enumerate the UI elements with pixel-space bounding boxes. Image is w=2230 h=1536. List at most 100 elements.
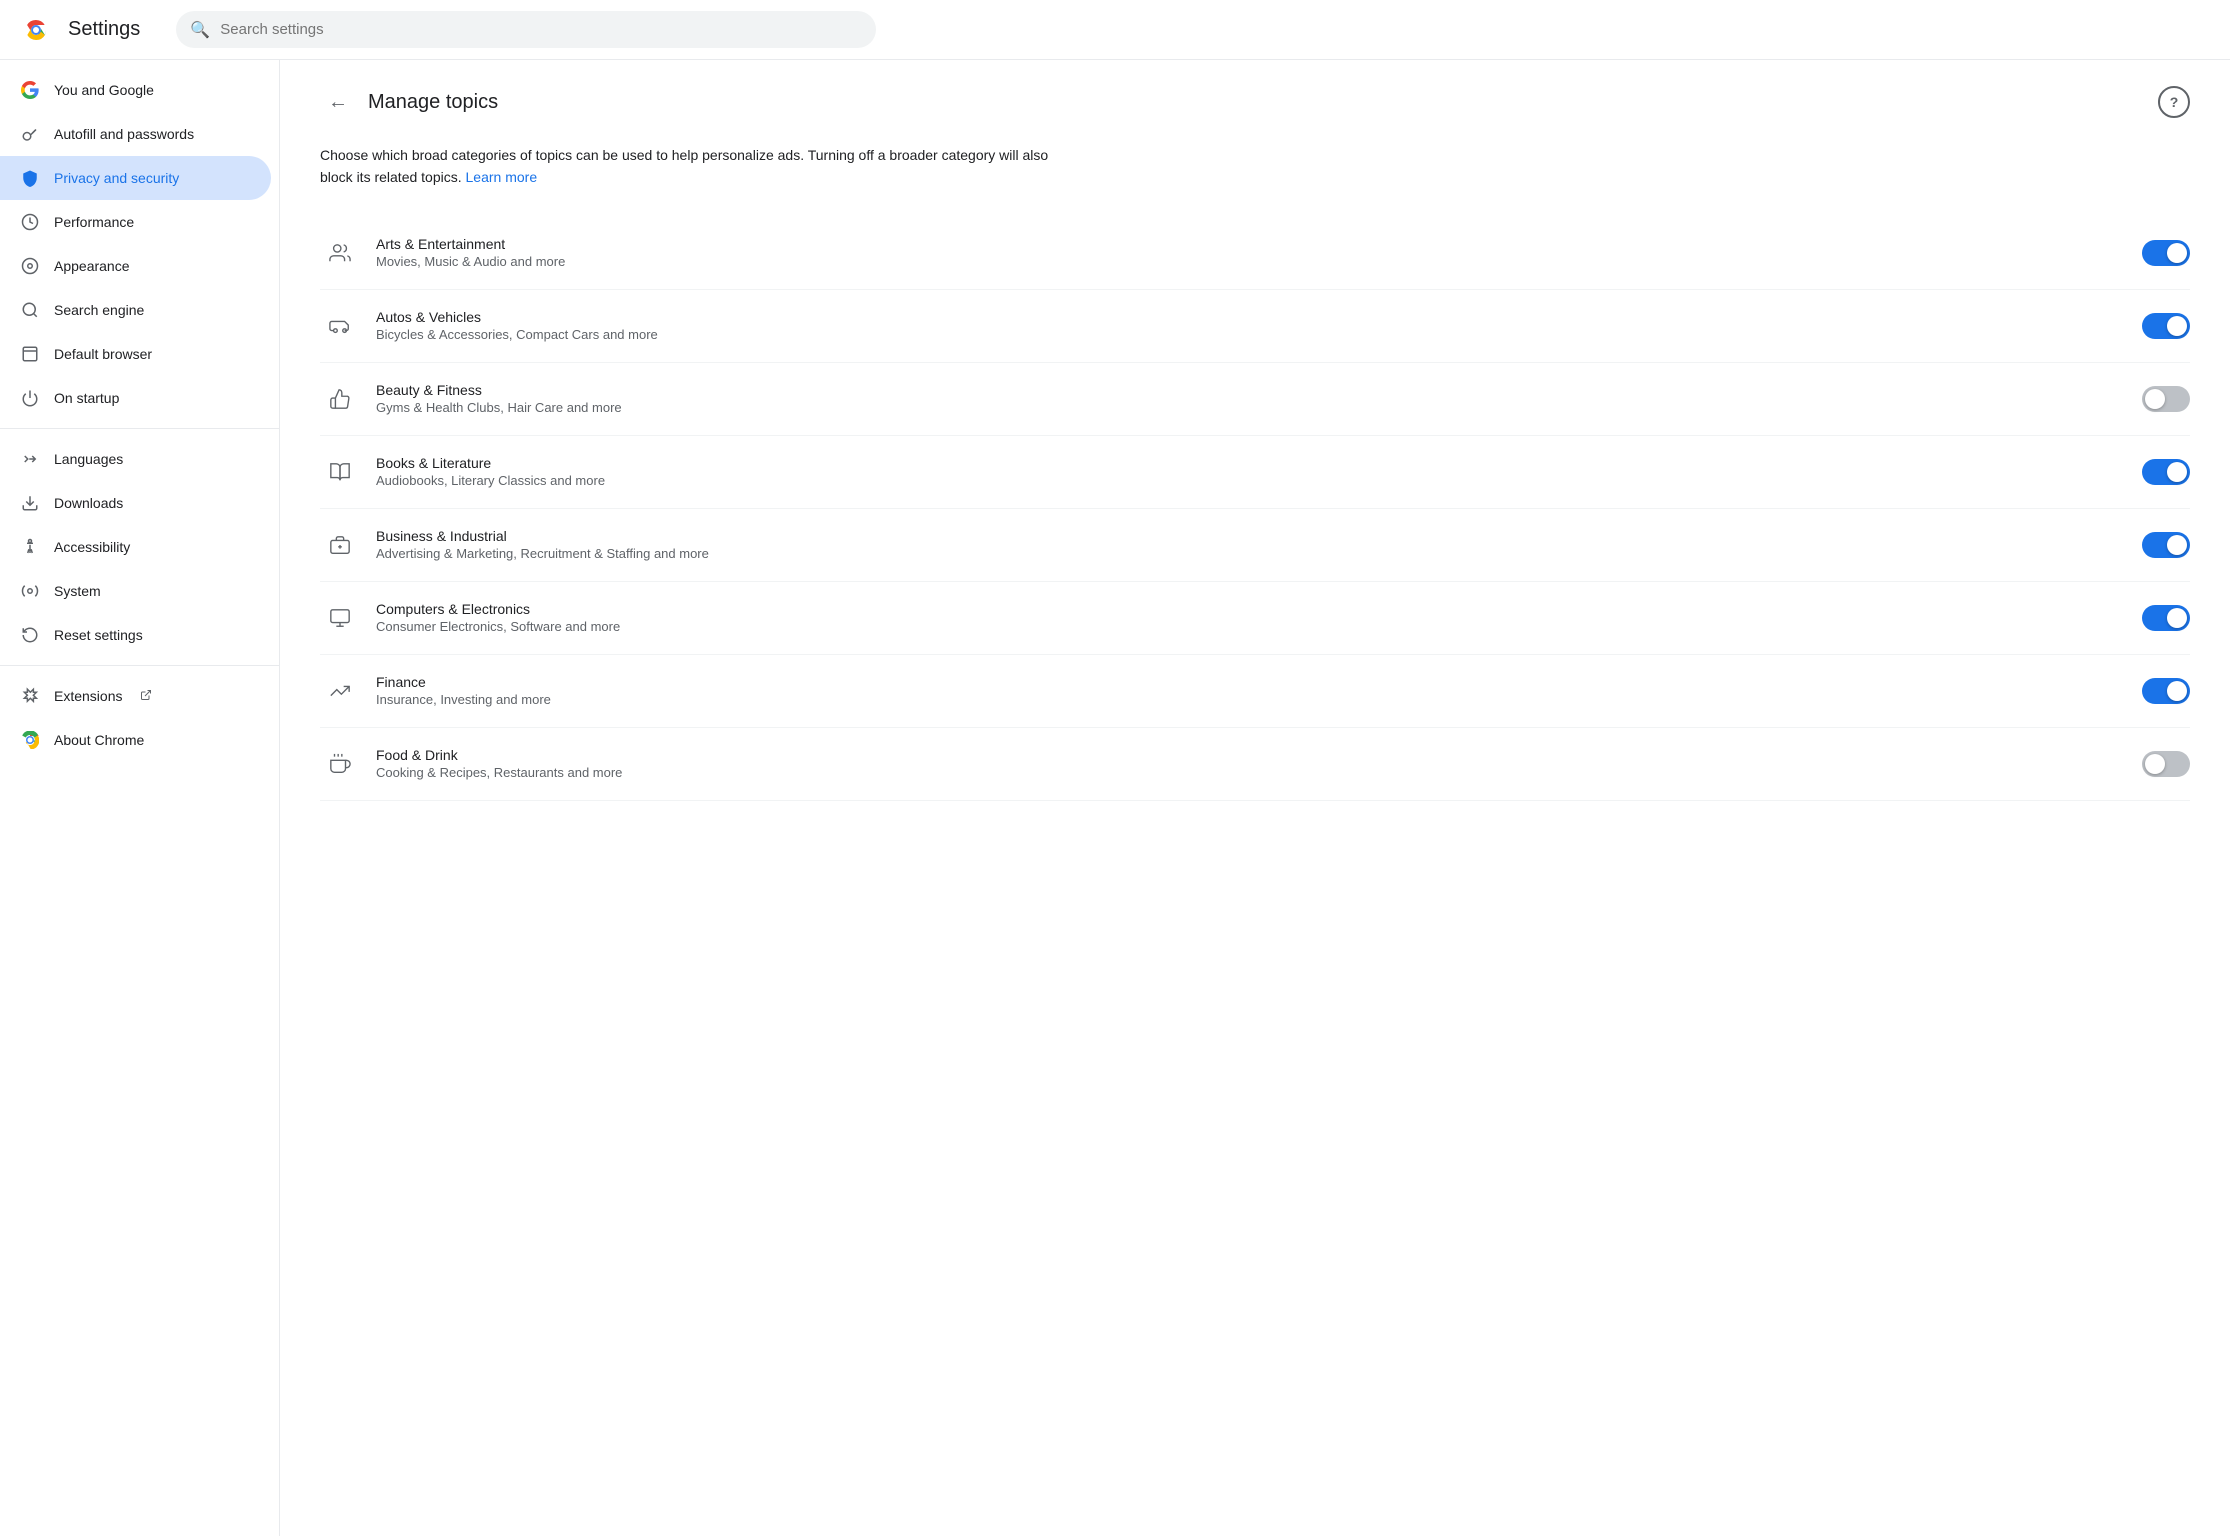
sidebar-item-about-chrome[interactable]: About Chrome [0,718,271,762]
sidebar-label-reset: Reset settings [54,627,143,643]
topic-text-books: Books & Literature Audiobooks, Literary … [376,455,2126,488]
topic-name-food: Food & Drink [376,747,2126,763]
topic-item-beauty: Beauty & Fitness Gyms & Health Clubs, Ha… [320,363,2190,436]
appearance-icon [20,256,40,276]
downloads-icon [20,493,40,513]
sidebar-label-privacy: Privacy and security [54,170,179,186]
topic-item-computers: Computers & Electronics Consumer Electro… [320,582,2190,655]
topic-sub-beauty: Gyms & Health Clubs, Hair Care and more [376,400,2126,415]
sidebar-item-downloads[interactable]: Downloads [0,481,271,525]
learn-more-link[interactable]: Learn more [466,169,538,185]
app-title: Settings [68,18,140,41]
description-text: Choose which broad categories of topics … [320,144,1080,189]
topic-name-autos: Autos & Vehicles [376,309,2126,325]
topic-name-arts: Arts & Entertainment [376,236,2126,252]
sidebar-label-autofill: Autofill and passwords [54,126,194,142]
toggle-food[interactable] [2142,751,2190,777]
toggle-books[interactable] [2142,459,2190,485]
toggle-business[interactable] [2142,532,2190,558]
chrome-icon [20,730,40,750]
sidebar-item-languages[interactable]: Languages [0,437,271,481]
sidebar-label-extensions: Extensions [54,688,122,704]
search-bar: 🔍 [176,11,876,48]
topic-text-beauty: Beauty & Fitness Gyms & Health Clubs, Ha… [376,382,2126,415]
toggle-autos[interactable] [2142,313,2190,339]
topic-item-arts: Arts & Entertainment Movies, Music & Aud… [320,217,2190,290]
sidebar-label-default-browser: Default browser [54,346,152,362]
back-button[interactable]: ← [320,84,356,120]
browser-icon [20,344,40,364]
topic-item-finance: Finance Insurance, Investing and more [320,655,2190,728]
topic-icon-food [320,744,360,784]
topic-text-arts: Arts & Entertainment Movies, Music & Aud… [376,236,2126,269]
sidebar-item-privacy[interactable]: Privacy and security [0,156,271,200]
sidebar-label-downloads: Downloads [54,495,123,511]
sidebar-item-you-and-google[interactable]: You and Google [0,68,271,112]
sidebar-label-appearance: Appearance [54,258,130,274]
sidebar-item-autofill[interactable]: Autofill and passwords [0,112,271,156]
performance-icon [20,212,40,232]
topic-icon-beauty [320,379,360,419]
sidebar-label-about-chrome: About Chrome [54,732,144,748]
topic-text-autos: Autos & Vehicles Bicycles & Accessories,… [376,309,2126,342]
sidebar-label-search-engine: Search engine [54,302,144,318]
sidebar: You and Google Autofill and passwords Pr… [0,60,280,1536]
sidebar-item-reset[interactable]: Reset settings [0,613,271,657]
sidebar-item-accessibility[interactable]: Accessibility [0,525,271,569]
topic-sub-food: Cooking & Recipes, Restaurants and more [376,765,2126,780]
topic-icon-business [320,525,360,565]
topic-icon-computers [320,598,360,638]
sidebar-item-extensions[interactable]: Extensions [0,674,271,718]
topic-item-food: Food & Drink Cooking & Recipes, Restaura… [320,728,2190,801]
extensions-icon [20,686,40,706]
topic-text-food: Food & Drink Cooking & Recipes, Restaura… [376,747,2126,780]
topic-name-beauty: Beauty & Fitness [376,382,2126,398]
key-icon [20,124,40,144]
sidebar-label-on-startup: On startup [54,390,119,406]
main-content: ← Manage topics ? Choose which broad cat… [280,60,2230,1536]
topic-item-books: Books & Literature Audiobooks, Literary … [320,436,2190,509]
topic-icon-finance [320,671,360,711]
toggle-beauty[interactable] [2142,386,2190,412]
topic-name-books: Books & Literature [376,455,2126,471]
help-button[interactable]: ? [2158,86,2190,118]
page-header-left: ← Manage topics [320,84,498,120]
sidebar-divider-2 [0,665,279,666]
toggle-arts[interactable] [2142,240,2190,266]
topic-text-finance: Finance Insurance, Investing and more [376,674,2126,707]
languages-icon [20,449,40,469]
sidebar-item-default-browser[interactable]: Default browser [0,332,271,376]
topics-list: Arts & Entertainment Movies, Music & Aud… [320,217,2190,801]
topic-icon-books [320,452,360,492]
sidebar-label-accessibility: Accessibility [54,539,130,555]
topic-name-computers: Computers & Electronics [376,601,2126,617]
topic-name-finance: Finance [376,674,2126,690]
sidebar-item-on-startup[interactable]: On startup [0,376,271,420]
sidebar-label-performance: Performance [54,214,134,230]
sidebar-divider-1 [0,428,279,429]
header: Settings 🔍 [0,0,2230,60]
search-engine-icon [20,300,40,320]
sidebar-label-system: System [54,583,101,599]
startup-icon [20,388,40,408]
topic-icon-autos [320,306,360,346]
sidebar-item-appearance[interactable]: Appearance [0,244,271,288]
sidebar-item-search-engine[interactable]: Search engine [0,288,271,332]
accessibility-icon [20,537,40,557]
topic-text-business: Business & Industrial Advertising & Mark… [376,528,2126,561]
search-input[interactable] [176,11,876,48]
sidebar-item-performance[interactable]: Performance [0,200,271,244]
topic-text-computers: Computers & Electronics Consumer Electro… [376,601,2126,634]
topic-icon-arts [320,233,360,273]
chrome-logo-icon [20,14,52,46]
sidebar-label-languages: Languages [54,451,123,467]
topic-item-business: Business & Industrial Advertising & Mark… [320,509,2190,582]
sidebar-item-system[interactable]: System [0,569,271,613]
topic-sub-business: Advertising & Marketing, Recruitment & S… [376,546,2126,561]
shield-icon [20,168,40,188]
topic-item-autos: Autos & Vehicles Bicycles & Accessories,… [320,290,2190,363]
toggle-finance[interactable] [2142,678,2190,704]
reset-icon [20,625,40,645]
toggle-computers[interactable] [2142,605,2190,631]
topic-name-business: Business & Industrial [376,528,2126,544]
